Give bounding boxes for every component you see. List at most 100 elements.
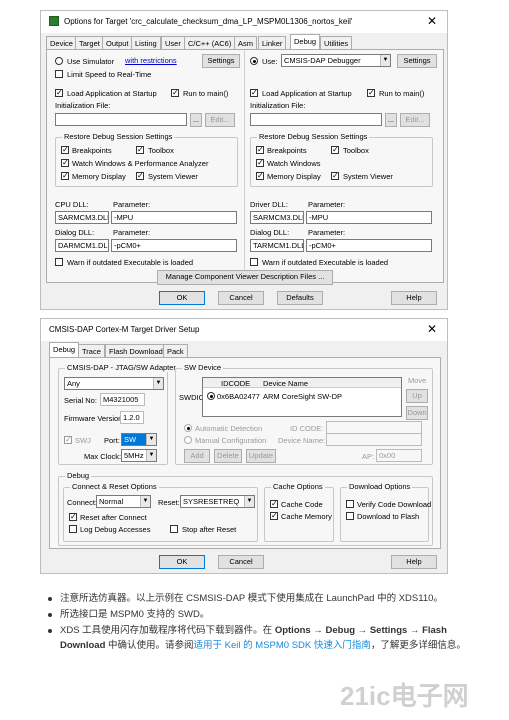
verify-checkbox[interactable] (346, 500, 354, 508)
chevron-down-icon: ▼ (153, 378, 163, 389)
cache-memory-label: Cache Memory (281, 512, 332, 521)
close-icon[interactable]: ✕ (427, 14, 437, 28)
reset-select[interactable]: SYSRESETREQ ▼ (180, 495, 255, 508)
r-dialog-param-input[interactable]: -pCM0+ (306, 239, 432, 252)
move-down-button[interactable]: Down (406, 406, 428, 420)
tab-output[interactable]: Output (102, 36, 133, 49)
chevron-down-icon: ▼ (244, 496, 254, 507)
r-init-browse-button[interactable]: ... (385, 113, 397, 127)
help-button[interactable]: Help (391, 291, 437, 305)
update-button[interactable]: Update (246, 449, 276, 463)
help-button[interactable]: Help (391, 555, 437, 569)
manual-config-radio[interactable] (184, 436, 192, 444)
warn-outdated-checkbox[interactable] (55, 258, 63, 266)
use-simulator-radio[interactable] (55, 57, 63, 65)
cache-memory-checkbox[interactable]: ✓ (270, 512, 278, 520)
limit-speed-checkbox[interactable] (55, 70, 63, 78)
driver-dll-input[interactable]: SARMCM3.DLL (250, 211, 304, 224)
sysviewer-checkbox[interactable]: ✓ (136, 172, 144, 180)
adapter-select[interactable]: Any ▼ (64, 377, 164, 390)
r-run-to-main-checkbox[interactable]: ✓ (367, 89, 375, 97)
cache-code-checkbox[interactable]: ✓ (270, 500, 278, 508)
quickstart-guide-link[interactable]: 适用于 Keil 的 MSPM0 SDK 快速入门指南 (194, 640, 371, 651)
r-watch-checkbox[interactable]: ✓ (256, 159, 264, 167)
manage-viewer-button[interactable]: Manage Component Viewer Description File… (157, 270, 333, 285)
use-debugger-radio[interactable] (250, 57, 258, 65)
r-sysviewer-checkbox[interactable]: ✓ (331, 172, 339, 180)
close-icon[interactable]: ✕ (427, 322, 437, 336)
debug-group: Debug Connect & Reset Options Connect: N… (58, 471, 433, 546)
dialog-param-label: Parameter: (113, 228, 151, 237)
r-load-app-checkbox[interactable]: ✓ (250, 89, 258, 97)
log-debug-checkbox[interactable] (69, 525, 77, 533)
sim-settings-button[interactable]: Settings (202, 54, 240, 68)
tab-user[interactable]: User (161, 36, 185, 49)
move-up-button[interactable]: Up (406, 389, 428, 403)
r-warn-outdated-checkbox[interactable] (250, 258, 258, 266)
tab-debug[interactable]: Debug (49, 342, 80, 357)
reset-after-connect-checkbox[interactable]: ✓ (69, 513, 77, 521)
tab-target[interactable]: Target (75, 36, 104, 49)
ok-button[interactable]: OK (159, 291, 205, 305)
with-restrictions-link[interactable]: with restrictions (125, 56, 177, 65)
dialog-dll-input[interactable]: DARMCM1.DLL (55, 239, 109, 252)
col-idcode: IDCODE (221, 379, 251, 388)
r-toolbox-checkbox[interactable]: ✓ (331, 146, 339, 154)
watch-checkbox[interactable]: ✓ (61, 159, 69, 167)
init-edit-button[interactable]: Edit... (205, 113, 235, 127)
add-button[interactable]: Add (184, 449, 210, 463)
r-init-file-input[interactable] (250, 113, 382, 126)
device-name-input[interactable] (326, 433, 422, 446)
init-browse-button[interactable]: ... (190, 113, 202, 127)
download-options-label: Download Options (347, 482, 413, 491)
tab-cc-ac6[interactable]: C/C++ (AC6) (184, 36, 236, 49)
swj-checkbox[interactable]: ✓ (64, 436, 72, 444)
tab-pack[interactable]: Pack (163, 344, 188, 357)
stop-after-reset-checkbox[interactable] (170, 525, 178, 533)
defaults-button[interactable]: Defaults (277, 291, 323, 305)
r-init-edit-button[interactable]: Edit... (400, 113, 430, 127)
r-toolbox-label: Toolbox (343, 146, 369, 155)
maxclock-select[interactable]: 5MHz ▼ (121, 449, 157, 462)
ok-button[interactable]: OK (159, 555, 205, 569)
cpu-param-input[interactable]: -MPU (111, 211, 237, 224)
device-row-radio[interactable] (207, 392, 215, 400)
connect-select[interactable]: Normal ▼ (96, 495, 151, 508)
auto-detect-radio[interactable] (184, 424, 192, 432)
port-label: Port: (104, 436, 120, 445)
sw-device-table[interactable]: IDCODE Device Name 0x6BA02477 ARM CoreSi… (202, 377, 402, 417)
tab-utilities[interactable]: Utilities (320, 36, 353, 49)
load-app-checkbox[interactable]: ✓ (55, 89, 63, 97)
debugger-select[interactable]: CMSIS-DAP Debugger ▼ (281, 54, 391, 67)
init-file-input[interactable] (55, 113, 187, 126)
tab-linker[interactable]: Linker (258, 36, 287, 49)
delete-button[interactable]: Delete (214, 449, 242, 463)
panel-divider (244, 50, 245, 282)
port-select[interactable]: SW ▼ (121, 433, 157, 446)
tab-device[interactable]: Device (46, 36, 77, 49)
driver-param-input[interactable]: -MPU (306, 211, 432, 224)
cancel-button[interactable]: Cancel (218, 291, 264, 305)
memory-checkbox[interactable]: ✓ (61, 172, 69, 180)
verify-label: Verify Code Download (357, 500, 432, 509)
cancel-button[interactable]: Cancel (218, 555, 264, 569)
r-memory-checkbox[interactable]: ✓ (256, 172, 264, 180)
tab-trace[interactable]: Trace (78, 344, 105, 357)
toolbox-checkbox[interactable]: ✓ (136, 146, 144, 154)
dialog-param-input[interactable]: -pCM0+ (111, 239, 237, 252)
cpu-dll-input[interactable]: SARMCM3.DLL (55, 211, 109, 224)
r-breakpoints-checkbox[interactable]: ✓ (256, 146, 264, 154)
ap-input[interactable]: 0x00 (376, 449, 422, 462)
run-to-main-checkbox[interactable]: ✓ (171, 89, 179, 97)
debugger-settings-button[interactable]: Settings (397, 54, 437, 68)
row-device-name: ARM CoreSight SW-DP (263, 392, 343, 401)
tab-debug[interactable]: Debug (290, 34, 321, 49)
tab-flash-download[interactable]: Flash Download (105, 344, 167, 357)
tab-listing[interactable]: Listing (131, 36, 161, 49)
breakpoints-checkbox[interactable]: ✓ (61, 146, 69, 154)
load-app-label: Load Application at Startup (67, 89, 157, 98)
cmsis-tabstrip: Debug Trace Flash Download Pack (49, 342, 249, 358)
download-flash-checkbox[interactable] (346, 512, 354, 520)
r-dialog-dll-input[interactable]: TARMCM1.DLL (250, 239, 304, 252)
tab-asm[interactable]: Asm (234, 36, 257, 49)
